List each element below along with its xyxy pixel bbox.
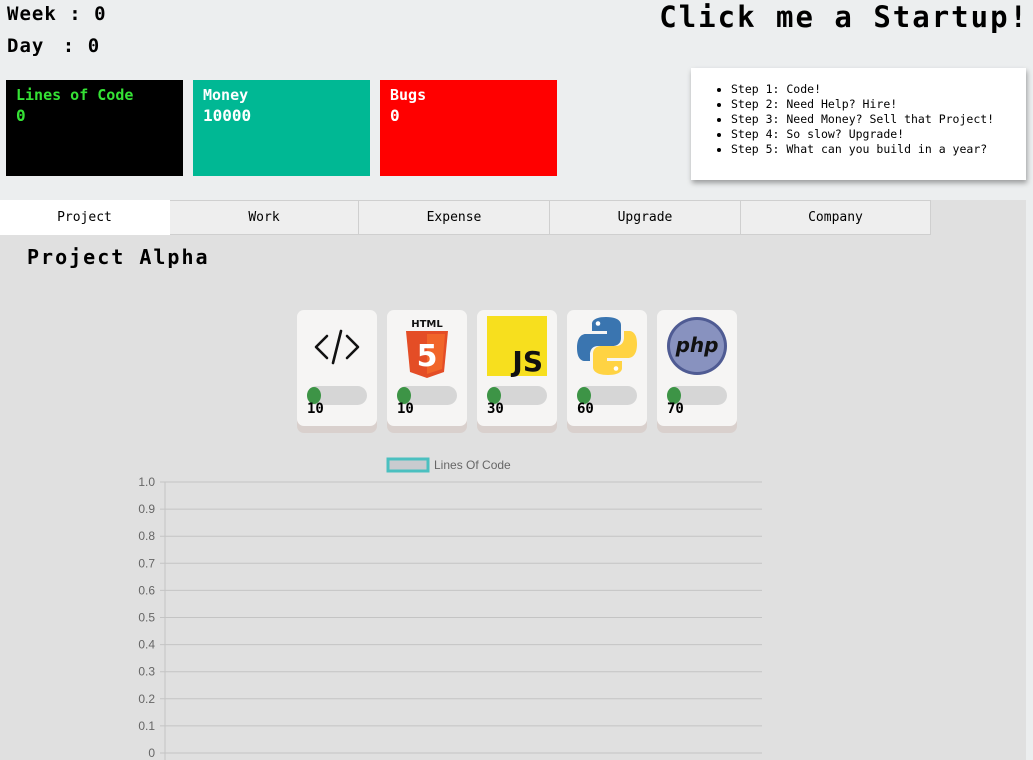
legend-swatch [386,457,430,473]
y-tick-label: 0.4 [138,638,155,652]
game-title-button[interactable]: Click me a Startup! [659,0,1029,34]
project-title: Project Alpha [27,245,210,269]
money-label: Money [203,86,249,104]
language-cost: 70 [667,401,684,417]
tab-upgrade[interactable]: Upgrade [550,200,741,235]
language-card-php[interactable]: php 70 [657,310,737,426]
legend-label: Lines Of Code [434,458,511,472]
week-counter: Week : 0 [7,3,107,25]
lines-of-code-label: Lines of Code [16,86,134,104]
y-tick-label: 0.7 [138,556,155,570]
y-tick-label: 0.3 [138,665,155,679]
lines-of-code-value: 0 [16,106,26,125]
week-value: 0 [94,3,107,25]
language-card-code[interactable]: 10 [297,310,377,426]
html5-logo-text: HTML [411,319,443,330]
step-item: Step 3: Need Money? Sell that Project! [731,112,1018,127]
html5-logo-number: 5 [417,339,438,374]
tab-bar: Project Work Expense Upgrade Company [0,200,931,235]
y-tick-label: 1.0 [138,475,155,489]
javascript-icon: JS [487,316,547,378]
code-icon [314,329,360,365]
y-tick-label: 0.2 [138,692,155,706]
day-value: 0 [87,35,101,57]
lines-of-code-stat: Lines of Code 0 [6,80,183,176]
steps-list: Step 1: Code! Step 2: Need Help? Hire! S… [691,82,1018,157]
lines-of-code-chart: 1.0 0.9 0.8 0.7 0.6 0.5 0.4 0.3 0.2 0.1 0 Lines Of … [138,457,762,760]
language-card-javascript[interactable]: JS 30 [477,310,557,426]
day-separator: : [62,35,76,57]
language-card-html5[interactable]: HTML 5 10 [387,310,467,426]
language-cost: 30 [487,401,504,417]
y-tick-label: 0.8 [138,529,155,543]
step-item: Step 5: What can you build in a year? [731,142,1018,157]
day-counter: Day : 0 [7,35,100,57]
y-tick-label: 0 [148,746,155,760]
y-tick-label: 0.5 [138,611,155,625]
day-label: Day [7,35,45,57]
html5-icon: HTML 5 [406,319,448,378]
python-icon [577,317,637,375]
language-cost: 60 [577,401,594,417]
step-item: Step 1: Code! [731,82,1018,97]
php-icon: php [667,317,727,375]
tab-work[interactable]: Work [170,200,359,235]
week-label: Week [7,3,57,25]
bugs-value: 0 [390,106,400,125]
scrollbar-track[interactable] [1026,298,1033,443]
step-item: Step 2: Need Help? Hire! [731,97,1018,112]
language-cost: 10 [397,401,414,417]
tab-company[interactable]: Company [741,200,931,235]
language-cost: 10 [307,401,324,417]
bugs-label: Bugs [390,86,427,104]
language-card-python[interactable]: 60 [567,310,647,426]
money-stat: Money 10000 [193,80,370,176]
instructions-panel: Step 1: Code! Step 2: Need Help? Hire! S… [691,68,1026,180]
y-tick-label: 0.9 [138,502,155,516]
language-cards: 10 HTML 5 10 JS 30 60 php 70 [297,310,747,426]
y-tick-label: 0.1 [138,719,155,733]
bugs-stat: Bugs 0 [380,80,557,176]
tab-expense[interactable]: Expense [359,200,550,235]
php-logo-text: php [675,333,719,357]
tab-project[interactable]: Project [0,200,170,235]
money-value: 10000 [203,106,252,125]
step-item: Step 4: So slow? Upgrade! [731,127,1018,142]
tab-content-panel: Project Work Expense Upgrade Company Pro… [0,200,1026,760]
week-separator: : [69,3,82,25]
y-tick-label: 0.6 [138,583,155,597]
js-logo-text: JS [510,345,543,378]
